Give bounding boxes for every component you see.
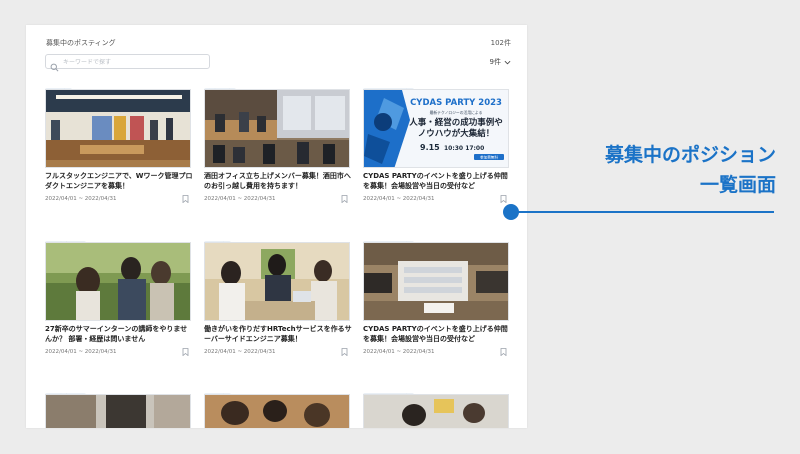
posting-title: CYDAS PARTYのイベントを盛り上げる仲間を募集！会場設営や当日の受付など (363, 172, 508, 190)
posting-card[interactable]: マーケティング本部 CYDAS PARTY 2023 最新テクノロジーの活用によ… (363, 78, 511, 203)
banner-time: 10:30 17:00 (444, 145, 484, 152)
callout-line (513, 211, 774, 213)
bookmark-icon[interactable] (182, 195, 189, 203)
posting-date: 2022/04/01 ~ 2022/04/31 (204, 349, 276, 355)
posting-date: 2022/04/01 ~ 2022/04/31 (45, 196, 117, 202)
posting-title: フルスタックエンジニアで、Wワーク管理プロダクトエンジニアを募集！ (45, 172, 193, 190)
posting-date: 2022/04/01 ~ 2022/04/31 (363, 196, 435, 202)
posting-card[interactable]: 技術本部 働きがいを作りだすHRTechサービスを作るサーバーサイドエンジニア募… (204, 231, 352, 356)
bookmark-icon[interactable] (500, 195, 507, 203)
banner-date: 9.15 (420, 143, 440, 152)
bookmark-icon[interactable] (341, 348, 348, 356)
posting-image[interactable] (363, 394, 509, 428)
result-count: 102件 (490, 39, 511, 47)
bookmark-icon[interactable] (182, 348, 189, 356)
posting-card[interactable]: 人材育成チーム 27新卒のサマーインターンの講師をやりませんか？ 部署・経歴は問… (45, 231, 193, 356)
bookmark-icon[interactable] (500, 348, 507, 356)
posting-image[interactable] (45, 242, 191, 321)
postings-panel: 募集中のポスティング 102件 キーワードで探す 9件 技術本部 (26, 25, 527, 428)
posting-title: CYDAS PARTYのイベントを盛り上げる仲間を募集！会場設営や当日の受付など (363, 325, 508, 343)
banner-line-1: 人事・経営の成功事例や (409, 117, 503, 128)
bookmark-icon[interactable] (341, 195, 348, 203)
posting-image[interactable]: CYDAS PARTY 2023 最新テクノロジーの活用による 人事・経営の成功… (363, 89, 509, 168)
search-placeholder: キーワードで探す (63, 59, 112, 66)
banner-brand: CYDAS PARTY 2023 (410, 98, 502, 108)
callout-line-1: 募集中のポジション (604, 144, 776, 166)
posting-title: 27新卒のサマーインターンの講師をやりませんか？ 部署・経歴は問いません (45, 325, 188, 343)
search-icon (50, 57, 59, 72)
posting-title: 酒田オフィス立ち上げメンバー募集！酒田市へのお引っ越し費用を持ちます！ (204, 172, 351, 190)
posting-title: 働きがいを作りだすHRTechサービスを作るサーバーサイドエンジニア募集！ (204, 325, 352, 343)
panel-title: 募集中のポスティング (46, 39, 116, 47)
posting-image[interactable] (363, 242, 509, 321)
posting-card[interactable]: 人材育成チーム (45, 383, 193, 428)
posting-image[interactable] (204, 89, 350, 168)
search-input[interactable]: キーワードで探す (45, 54, 210, 72)
posting-image[interactable] (45, 394, 191, 428)
banner-subtitle: 最新テクノロジーの活用による (430, 110, 483, 115)
posting-image[interactable] (204, 242, 350, 321)
posting-date: 2022/04/01 ~ 2022/04/31 (204, 196, 276, 202)
banner-badge: 参加費無料 (480, 155, 498, 160)
posting-image[interactable] (204, 394, 350, 428)
callout-line-2: 一覧画面 (699, 174, 776, 196)
posting-card[interactable]: マーケティング本部 CYDAS PARTYのイベントを盛り上げる仲間を募集！会場… (363, 231, 511, 356)
posting-card[interactable]: マーケティング本部 (363, 383, 511, 428)
chevron-down-icon (504, 60, 511, 64)
banner-line-2: ノウハウが大集結！ (418, 128, 495, 139)
callout-dot (503, 204, 519, 220)
posting-image[interactable] (45, 89, 191, 168)
per-page-select[interactable]: 9件 (490, 57, 511, 67)
posting-date: 2022/04/01 ~ 2022/04/31 (363, 349, 435, 355)
callout-label: 募集中のポジション 一覧画面 (520, 140, 776, 200)
posting-card[interactable]: 経営戦略室 酒田オフィス立ち上げメンバー募集！酒田市へのお引っ越し費用を持 (204, 78, 352, 203)
posting-card[interactable]: 技術本部 フルスタックエンジニアで、Wワーク管理プロダクトエンジニアを募集！ 2… (45, 78, 193, 203)
posting-card[interactable]: 技術本部 (204, 383, 352, 428)
per-page-value: 9件 (489, 58, 501, 66)
posting-date: 2022/04/01 ~ 2022/04/31 (45, 349, 117, 355)
